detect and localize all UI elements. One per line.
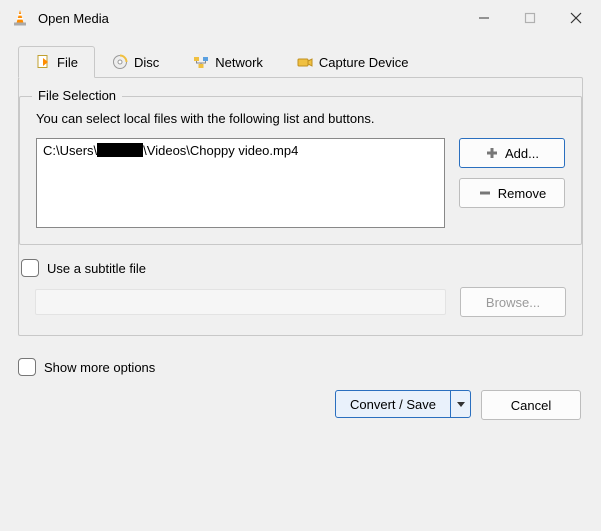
tab-network-label: Network (215, 55, 263, 70)
vlc-cone-icon (10, 8, 30, 28)
subtitle-checkbox-label: Use a subtitle file (47, 261, 146, 276)
remove-file-button[interactable]: Remove (459, 178, 565, 208)
capture-device-icon (297, 54, 313, 70)
plus-icon (485, 146, 499, 160)
network-icon (193, 54, 209, 70)
file-path-prefix: C:\Users\ (43, 143, 97, 158)
file-icon (35, 54, 51, 70)
browse-subtitle-button: Browse... (460, 287, 566, 317)
file-selection-legend: File Selection (32, 88, 122, 103)
file-path-suffix: \Videos\Choppy video.mp4 (143, 143, 298, 158)
file-selection-hint: You can select local files with the foll… (36, 111, 565, 126)
convert-save-label: Convert / Save (350, 397, 436, 412)
tab-disc[interactable]: Disc (95, 46, 176, 77)
show-more-checkbox[interactable] (18, 358, 36, 376)
cancel-label: Cancel (511, 398, 551, 413)
tab-bar: File Disc Network Capture Device (18, 46, 583, 77)
browse-button-label: Browse... (486, 295, 540, 310)
file-list-item[interactable]: C:\Users\ \Videos\Choppy video.mp4 (43, 143, 438, 158)
disc-icon (112, 54, 128, 70)
window-title: Open Media (38, 11, 461, 26)
redacted-username (97, 143, 143, 157)
file-selection-group: File Selection You can select local file… (19, 96, 582, 245)
minimize-button[interactable] (461, 3, 507, 33)
title-bar: Open Media (0, 0, 601, 36)
tab-capture[interactable]: Capture Device (280, 46, 426, 77)
close-button[interactable] (553, 3, 599, 33)
subtitle-checkbox[interactable] (21, 259, 39, 277)
add-button-label: Add... (505, 146, 539, 161)
convert-save-button[interactable]: Convert / Save (335, 390, 471, 418)
maximize-button[interactable] (507, 3, 553, 33)
tab-file-label: File (57, 55, 78, 70)
tab-panel: File Selection You can select local file… (18, 77, 583, 336)
file-list[interactable]: C:\Users\ \Videos\Choppy video.mp4 (36, 138, 445, 228)
subtitle-path-field (35, 289, 446, 315)
show-more-label: Show more options (44, 360, 155, 375)
tab-file[interactable]: File (18, 46, 95, 78)
add-file-button[interactable]: Add... (459, 138, 565, 168)
tab-capture-label: Capture Device (319, 55, 409, 70)
tab-disc-label: Disc (134, 55, 159, 70)
minus-icon (478, 186, 492, 200)
remove-button-label: Remove (498, 186, 546, 201)
convert-save-dropdown[interactable] (450, 391, 470, 417)
cancel-button[interactable]: Cancel (481, 390, 581, 420)
tab-network[interactable]: Network (176, 46, 280, 77)
